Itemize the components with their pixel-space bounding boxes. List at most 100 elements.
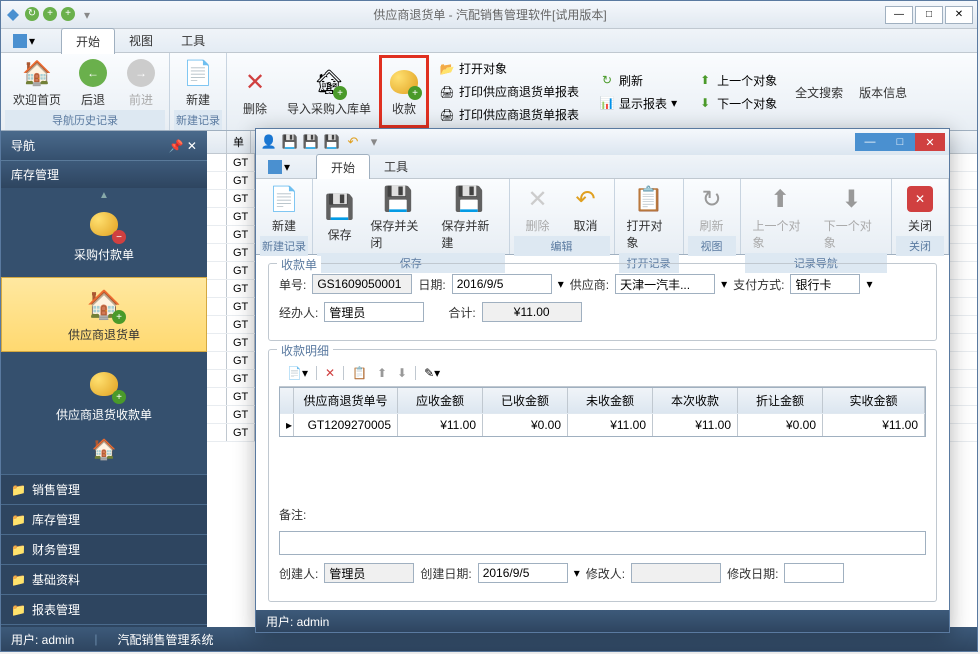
nav-section-header[interactable]: 库存管理 [1, 160, 207, 188]
child-savenew-button[interactable]: 💾保存并新建 [433, 181, 504, 253]
child-close2-button[interactable]: ✕关闭 [896, 181, 944, 236]
tab-start[interactable]: 开始 [61, 28, 115, 54]
child-savenew-icon[interactable]: 💾 [323, 133, 341, 151]
folder-finance[interactable]: 📁财务管理 [1, 534, 207, 564]
col-thistime[interactable]: 本次收款 [653, 388, 738, 413]
quick-dropdown-icon[interactable]: ▾ [79, 7, 95, 23]
folder-stock[interactable]: 📁库存管理 [1, 504, 207, 534]
import-button[interactable]: 🏚+导入采购入库单 [279, 55, 379, 128]
child-status-user: 用户: admin [266, 613, 329, 630]
scroll-up-icon[interactable]: ▲ [1, 190, 207, 201]
tab-view[interactable]: 视图 [115, 28, 167, 54]
folder-sales[interactable]: 📁销售管理 [1, 474, 207, 504]
dt-edit-button[interactable]: ✎▾ [420, 364, 444, 382]
receipt-no-input[interactable] [312, 274, 412, 294]
show-report-button[interactable]: 📊显示报表 ▾ [595, 93, 681, 114]
report-icon: 📊 [599, 95, 615, 111]
collect-button[interactable]: +收款 [379, 55, 429, 128]
child-tab-tools[interactable]: 工具 [370, 154, 422, 180]
child-delete-button[interactable]: ✕删除 [514, 181, 562, 236]
child-undo-icon[interactable]: ↶ [344, 133, 362, 151]
col-unreceived[interactable]: 未收金额 [568, 388, 653, 413]
nav-item-purchase-pay[interactable]: − 采购付款单 [1, 198, 207, 271]
col-received[interactable]: 已收金额 [483, 388, 568, 413]
close-button[interactable]: ✕ [945, 6, 973, 24]
col-return-no[interactable]: 供应商退货单号 [294, 388, 398, 413]
detail-toolbar: 📄▾ ✕ 📋 ⬆ ⬇ ✎▾ [279, 360, 926, 387]
nav-item-supplier-return[interactable]: 🏠+ 供应商退货单 [1, 277, 207, 352]
dt-down-button[interactable]: ⬇ [393, 364, 411, 382]
child-file-menu[interactable]: ▾ [262, 158, 296, 176]
col-discount[interactable]: 折让金额 [738, 388, 823, 413]
col-receivable[interactable]: 应收金额 [398, 388, 483, 413]
create-date-input[interactable] [478, 563, 568, 583]
remark-input[interactable] [279, 531, 926, 555]
version-button[interactable]: 版本信息 [851, 55, 915, 128]
modify-date-input[interactable] [784, 563, 844, 583]
nav-pin-icon[interactable]: 📌 ✕ [169, 139, 197, 153]
folder-basic[interactable]: 📁基础资料 [1, 564, 207, 594]
print-report2-button[interactable]: 🖨打印供应商退货单报表 [435, 104, 583, 125]
child-tab-start[interactable]: 开始 [316, 154, 370, 180]
refresh-icon: ↻ [599, 72, 615, 88]
handler-input[interactable] [324, 302, 424, 322]
child-prev-button[interactable]: ⬆上一个对象 [745, 181, 816, 253]
file-menu[interactable]: ▾ [7, 32, 41, 50]
print-report1-button[interactable]: 🖨打印供应商退货单报表 [435, 81, 583, 102]
back-button[interactable]: ←后退 [69, 55, 117, 110]
delete-icon: ✕ [239, 66, 271, 98]
tab-tools[interactable]: 工具 [167, 28, 219, 54]
open-object-button[interactable]: 📂打开对象 [435, 58, 583, 79]
child-open-button[interactable]: 📋打开对象 [619, 181, 679, 253]
child-saveclose-icon[interactable]: 💾 [302, 133, 320, 151]
child-close-button[interactable]: ✕ [915, 133, 945, 151]
date-input[interactable] [452, 274, 552, 294]
supplier-dropdown-icon[interactable]: ▾ [721, 277, 727, 291]
receipt-fieldset: 收款单 单号: 日期: ▾ 供应商: ▾ 支付方式: ▾ 经办人: 合计: [268, 263, 937, 341]
savenew-icon: 💾 [453, 183, 485, 215]
child-dropdown-icon[interactable]: ▾ [365, 133, 383, 151]
home-button[interactable]: 🏠欢迎首页 [5, 55, 69, 110]
back-quick-icon[interactable]: ↻ [25, 7, 39, 21]
child-refresh-button[interactable]: ↻刷新 [688, 181, 736, 236]
child-minimize-button[interactable]: — [855, 133, 885, 151]
next-object-button[interactable]: ⬇下一个对象 [693, 93, 781, 114]
supplier-input[interactable] [615, 274, 715, 294]
main-window: ↻ + + ▾ 供应商退货单 - 汽配销售管理软件[试用版本] — □ ✕ ▾ … [0, 0, 978, 652]
nav-item-supplier-return-collect[interactable]: + 供应商退货收款单 [1, 358, 207, 431]
delete-button[interactable]: ✕删除 [231, 55, 279, 128]
child-maximize-button[interactable]: □ [885, 133, 915, 151]
up-icon: ⬆ [697, 72, 713, 88]
dt-delete-button[interactable]: ✕ [321, 364, 339, 382]
child-new-button[interactable]: 📄新建 [260, 181, 308, 236]
prev-object-button[interactable]: ⬆上一个对象 [693, 70, 781, 91]
date-dropdown-icon[interactable]: ▾ [558, 277, 564, 291]
child-save-button[interactable]: 💾保存 [317, 181, 362, 253]
child-saveclose-button[interactable]: 💾保存并关闭 [362, 181, 433, 253]
dt-new-button[interactable]: 📄▾ [283, 364, 312, 382]
detail-row[interactable]: ▸ GT1209270005 ¥11.00 ¥0.00 ¥11.00 ¥11.0… [280, 413, 925, 436]
status-app: 汽配销售管理系统 [117, 631, 213, 648]
paymethod-input[interactable] [790, 274, 860, 294]
refresh-icon: ↻ [696, 183, 728, 215]
child-next-button[interactable]: ⬇下一个对象 [816, 181, 887, 253]
search-button[interactable]: 全文搜索 [787, 55, 851, 128]
col-actual[interactable]: 实收金额 [823, 388, 925, 413]
new-button[interactable]: 📄新建 [174, 55, 222, 110]
forward-button[interactable]: →前进 [117, 55, 165, 110]
maximize-button[interactable]: □ [915, 6, 943, 24]
dt-up-button[interactable]: ⬆ [373, 364, 391, 382]
grid-col-header[interactable]: 单 [227, 131, 251, 153]
child-save-icon[interactable]: 💾 [281, 133, 299, 151]
child-cancel-button[interactable]: ↶取消 [562, 181, 610, 236]
minimize-button[interactable]: — [885, 6, 913, 24]
nav-item-more[interactable]: 🏠 [1, 437, 207, 461]
nav-group-label: 导航历史记录 [5, 110, 165, 130]
folder-report[interactable]: 📁报表管理 [1, 594, 207, 624]
child-menubar: ▾ 开始 工具 [256, 155, 949, 179]
add2-quick-icon[interactable]: + [61, 7, 75, 21]
dt-copy-button[interactable]: 📋 [348, 364, 371, 382]
add-quick-icon[interactable]: + [43, 7, 57, 21]
pay-dropdown-icon[interactable]: ▾ [866, 277, 872, 291]
refresh-button[interactable]: ↻刷新 [595, 70, 681, 91]
